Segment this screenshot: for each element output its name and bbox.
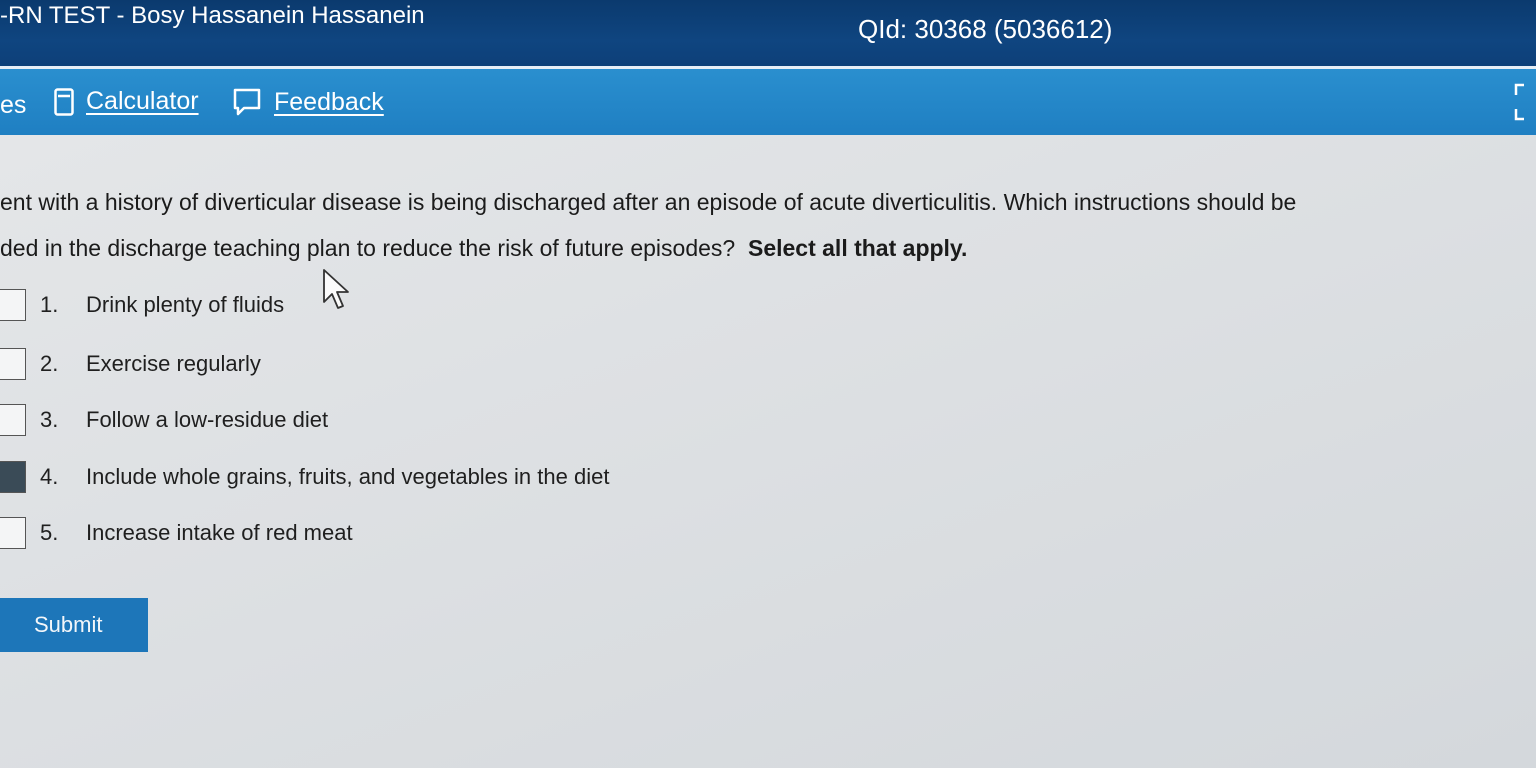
option-number: 5.: [40, 520, 59, 545]
select-all-instruction: Select all that apply.: [747, 235, 968, 261]
speech-bubble-icon: [232, 87, 262, 117]
answer-option-5[interactable]: 5. Increase intake of red meat: [0, 515, 353, 551]
answer-checkbox-2[interactable]: [0, 348, 26, 380]
answer-checkbox-1[interactable]: [0, 289, 26, 321]
question-line-1: ent with a history of diverticular disea…: [0, 189, 1297, 215]
answer-checkbox-4[interactable]: [0, 461, 26, 493]
feedback-button[interactable]: Feedback: [232, 87, 384, 117]
option-number: 1.: [40, 292, 59, 317]
answer-option-1[interactable]: 1. Drink plenty of fluids: [0, 287, 284, 323]
expand-bracket-icon[interactable]: [1512, 83, 1528, 128]
question-line-2-text: ded in the discharge teaching plan to re…: [0, 235, 736, 261]
option-number: 2.: [40, 351, 59, 376]
option-number: 4.: [40, 464, 59, 489]
header-bar: -RN TEST - Bosy Hassanein Hassanein QId:…: [0, 0, 1536, 69]
answer-checkbox-3[interactable]: [0, 404, 26, 436]
question-line-2: ded in the discharge teaching plan to re…: [0, 225, 1520, 271]
toolbar: es Calculator Feedback: [0, 69, 1536, 135]
feedback-label: Feedback: [274, 87, 384, 116]
submit-button[interactable]: Submit: [0, 598, 148, 652]
question-panel: ent with a history of diverticular disea…: [0, 135, 1536, 768]
answer-option-2[interactable]: 2. Exercise regularly: [0, 346, 261, 382]
toolbar-item-partial[interactable]: es: [0, 91, 26, 120]
exam-title: -RN TEST - Bosy Hassanein Hassanein: [0, 2, 425, 29]
calculator-icon: [54, 87, 74, 116]
calculator-label: Calculator: [86, 87, 199, 115]
exam-page: -RN TEST - Bosy Hassanein Hassanein QId:…: [0, 0, 1536, 768]
question-id: QId: 30368 (5036612): [858, 14, 1113, 44]
mouse-pointer-icon: [322, 268, 358, 319]
option-label: Exercise regularly: [86, 351, 261, 376]
answer-option-3[interactable]: 3. Follow a low-residue diet: [0, 402, 328, 438]
option-label: Drink plenty of fluids: [86, 292, 285, 317]
option-number: 3.: [40, 407, 59, 432]
answer-option-4[interactable]: 4. Include whole grains, fruits, and veg…: [0, 459, 609, 495]
question-stem: ent with a history of diverticular disea…: [0, 179, 1520, 271]
option-label: Include whole grains, fruits, and vegeta…: [86, 464, 610, 489]
option-label: Follow a low-residue diet: [86, 407, 329, 432]
option-label: Increase intake of red meat: [86, 520, 353, 545]
answer-checkbox-5[interactable]: [0, 517, 26, 549]
calculator-button[interactable]: Calculator: [54, 87, 199, 116]
